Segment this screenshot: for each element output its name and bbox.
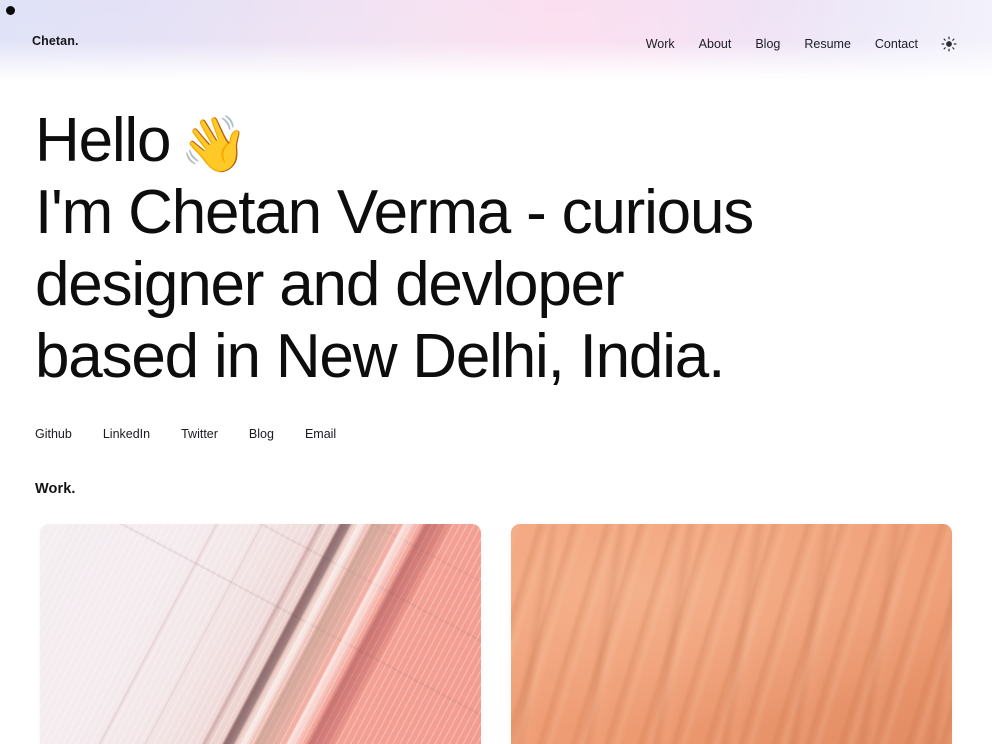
pink-escalator-photo [40, 523, 481, 744]
work-card-2[interactable] [511, 523, 952, 744]
social-link-email[interactable]: Email [305, 428, 336, 441]
main-navigation: Chetan. Work About Blog Resume Contact [0, 0, 992, 80]
hero-line-1: I'm Chetan Verma - curious [35, 178, 754, 247]
orange-sand-dunes-photo [511, 523, 952, 744]
hero-greeting: Hello [35, 106, 171, 175]
sand-light-sheen [511, 523, 952, 744]
work-section-heading: Work. [35, 480, 76, 497]
sun-icon [941, 36, 957, 52]
social-link-twitter[interactable]: Twitter [181, 428, 218, 441]
social-link-linkedin[interactable]: LinkedIn [103, 428, 150, 441]
nav-link-contact[interactable]: Contact [863, 36, 930, 53]
hero-line-2: designer and devloper [35, 250, 625, 319]
escalator-tile-lines [40, 523, 481, 744]
nav-link-work[interactable]: Work [634, 36, 687, 53]
hero-heading: Hello 👋 I'm Chetan Verma - curious design… [35, 105, 960, 393]
social-links-row: Github LinkedIn Twitter Blog Email [35, 428, 960, 441]
site-header: Chetan. Work About Blog Resume Contact [0, 0, 992, 80]
nav-link-resume[interactable]: Resume [792, 36, 863, 53]
social-link-github[interactable]: Github [35, 428, 72, 441]
nav-links-group: Work About Blog Resume Contact [634, 33, 960, 55]
work-card-1[interactable] [40, 523, 481, 744]
social-link-blog[interactable]: Blog [249, 428, 274, 441]
nav-link-blog[interactable]: Blog [743, 36, 792, 53]
recording-indicator-dot [6, 6, 15, 15]
work-card-grid [40, 523, 960, 744]
theme-toggle-button[interactable] [938, 33, 960, 55]
brand-logo[interactable]: Chetan. [32, 33, 79, 48]
nav-link-about[interactable]: About [687, 36, 744, 53]
work-section: Work. [32, 481, 960, 744]
waving-hand-icon: 👋 [180, 113, 249, 175]
page-main: Hello 👋 I'm Chetan Verma - curious design… [0, 0, 992, 744]
hero-line-3: based in New Delhi, India. [35, 322, 725, 391]
